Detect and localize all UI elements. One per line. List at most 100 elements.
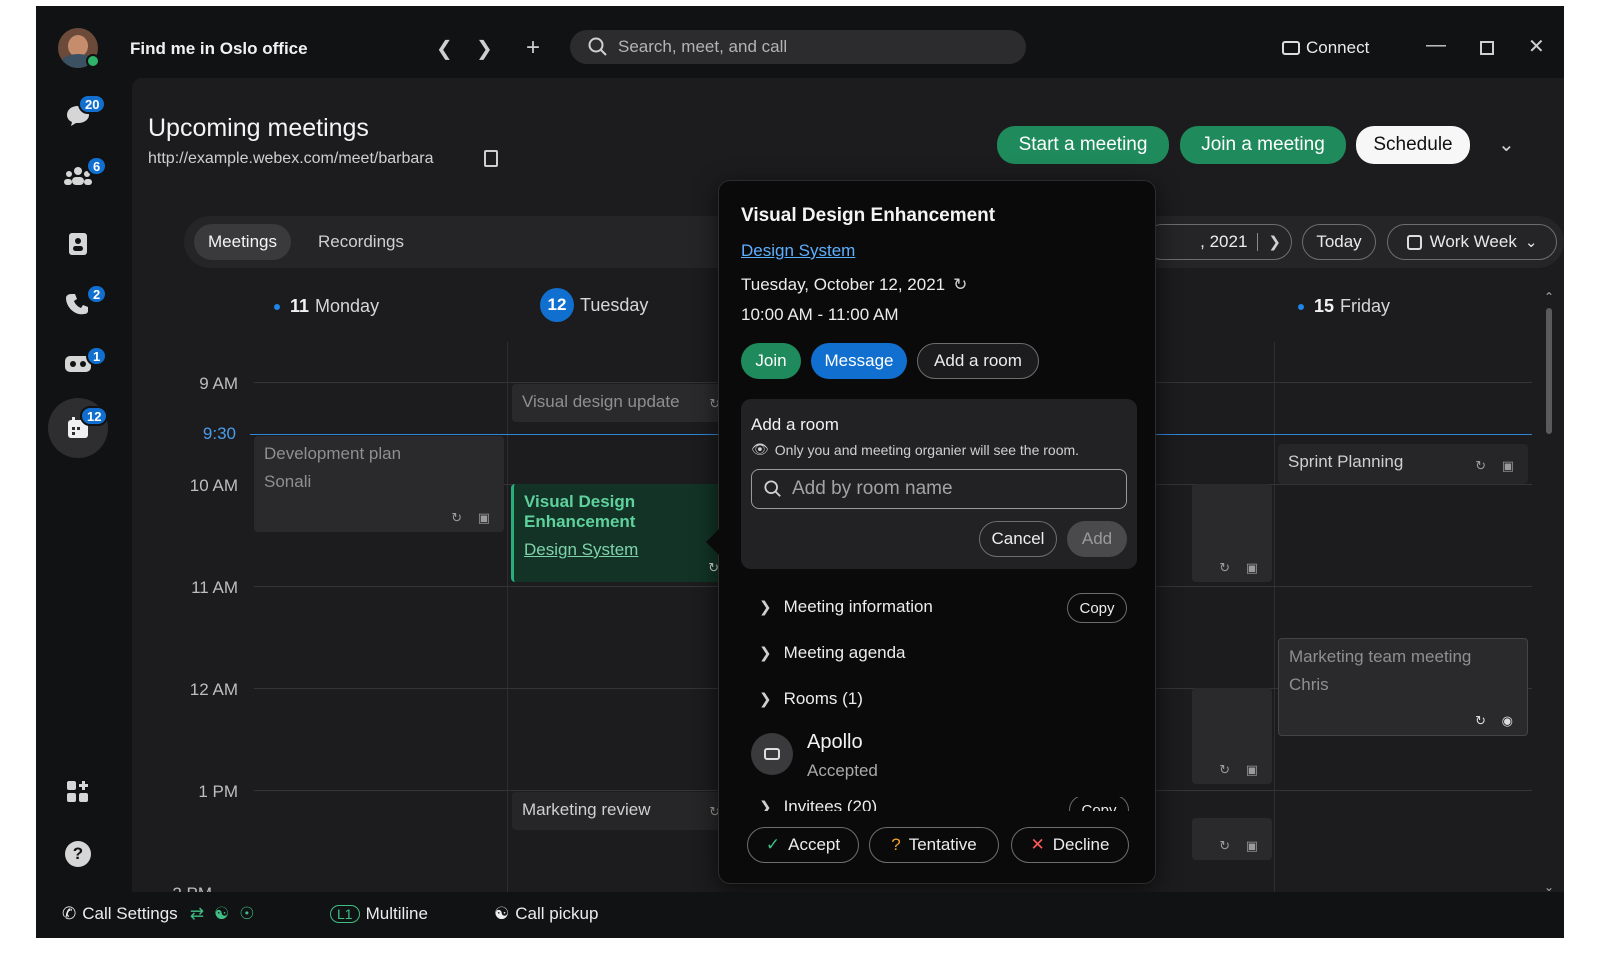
event-hidden-thursday-3[interactable]: ↻ ▣ xyxy=(1192,818,1272,860)
call-pickup-icon: ☯ xyxy=(494,904,510,923)
day-header-tuesday: 12 Tuesday xyxy=(540,288,648,322)
status-title[interactable]: Find me in Oslo office xyxy=(130,39,308,59)
popup-title: Visual Design Enhancement xyxy=(741,205,996,226)
add-button[interactable]: Add xyxy=(1067,521,1127,557)
apps-icon[interactable] xyxy=(58,772,98,812)
copy-info-button[interactable]: Copy xyxy=(1067,593,1127,623)
day-name: Tuesday xyxy=(580,294,649,315)
tab-meetings[interactable]: Meetings xyxy=(194,224,291,260)
date-range-label: , 2021 xyxy=(1200,232,1248,251)
schedule-button[interactable]: Schedule xyxy=(1356,126,1470,164)
start-meeting-button[interactable]: Start a meeting xyxy=(997,126,1169,164)
connect-icon xyxy=(1282,41,1300,55)
search-bar[interactable]: Search, meet, and call xyxy=(570,30,1026,64)
maximize-icon[interactable] xyxy=(1480,41,1494,55)
multiline-label: Multiline xyxy=(365,904,428,923)
scroll-thumb[interactable] xyxy=(1546,308,1552,434)
popover-pointer xyxy=(706,528,720,556)
decline-label: Decline xyxy=(1052,835,1110,854)
event-development-plan[interactable]: Development plan Sonali ↻ ▣ xyxy=(254,436,504,532)
event-hidden-thursday[interactable]: ↻ ▣ xyxy=(1192,484,1272,582)
connect-button[interactable]: Connect xyxy=(1282,38,1369,58)
multiline[interactable]: L1 Multiline xyxy=(330,904,428,924)
call-pickup-status-icon[interactable]: ☯ xyxy=(214,904,229,924)
accept-button[interactable]: ✓ Accept xyxy=(747,827,859,863)
time-label-11am: 11 AM xyxy=(191,578,238,597)
accept-label: Accept xyxy=(788,835,841,854)
room-device-icon xyxy=(764,748,780,760)
schedule-dropdown-icon[interactable]: ⌄ xyxy=(1498,132,1515,157)
back-icon[interactable]: ❮ xyxy=(436,36,453,61)
meeting-details-popover: Visual Design Enhancement Design System … xyxy=(718,180,1156,884)
connect-label: Connect xyxy=(1306,38,1370,57)
recurring-icon: ↻ ▣ xyxy=(451,510,496,525)
calling-badge: 2 xyxy=(86,284,108,304)
day-header-friday: 15 Friday xyxy=(1298,296,1390,317)
rooms-row[interactable]: ❯ Rooms (1) xyxy=(759,689,863,709)
new-icon[interactable]: + xyxy=(526,34,540,62)
room-name: Apollo xyxy=(807,731,863,753)
event-owner: Sonali xyxy=(264,472,312,491)
tab-recordings[interactable]: Recordings xyxy=(304,224,418,260)
popup-date: Tuesday, October 12, 2021 xyxy=(741,275,946,294)
meeting-information-label: Meeting information xyxy=(783,597,933,616)
popup-date-row: Tuesday, October 12, 2021 ↻ xyxy=(741,275,967,295)
cancel-button[interactable]: Cancel xyxy=(979,521,1057,557)
forward-icon[interactable]: ❯ xyxy=(476,36,493,61)
recurring-icon: ↻ ▣ xyxy=(1219,838,1264,853)
event-owner: Chris xyxy=(1289,675,1329,694)
popup-time: 10:00 AM - 11:00 AM xyxy=(741,305,899,324)
remote-call-icon[interactable]: ☉ xyxy=(239,904,254,924)
view-selector[interactable]: Work Week ⌄ xyxy=(1387,224,1557,260)
tentative-label: Tentative xyxy=(908,835,977,854)
date-divider xyxy=(1257,233,1259,251)
meeting-agenda-row[interactable]: ❯ Meeting agenda xyxy=(759,643,906,663)
copy-url-icon[interactable] xyxy=(484,150,498,167)
scrollbar[interactable]: ⌃ ⌄ xyxy=(1542,290,1556,894)
add-room-button[interactable]: Add a room xyxy=(917,343,1039,379)
event-dot xyxy=(1298,303,1304,310)
status-footer: ✆ Call Settings ⇄ ☯ ☉ L1 Multiline ☯ Cal… xyxy=(36,892,1564,938)
tentative-button[interactable]: ? Tentative xyxy=(869,827,999,863)
chevron-right-icon: ❯ xyxy=(759,599,772,616)
add-room-note: 👁 Only you and meeting organier will see… xyxy=(751,441,1079,458)
invitees-row[interactable]: ❯ Invitees (20) xyxy=(759,797,877,811)
call-settings[interactable]: ✆ Call Settings ⇄ ☯ ☉ xyxy=(62,904,254,924)
call-pickup[interactable]: ☯ Call pickup xyxy=(494,904,598,924)
help-icon[interactable]: ? xyxy=(58,834,98,874)
message-button[interactable]: Message xyxy=(811,343,907,379)
webex-window: Find me in Oslo office ❮ ❯ + Search, mee… xyxy=(36,6,1564,938)
chevron-down-icon: ⌄ xyxy=(1524,234,1538,251)
time-label-10am: 10 AM xyxy=(189,476,238,495)
event-hidden-thursday-2[interactable]: ↻ ▣ xyxy=(1192,688,1272,784)
popup-space-link[interactable]: Design System xyxy=(741,241,855,261)
date-range-control[interactable]: , 2021 ❯ xyxy=(1144,224,1292,260)
call-forward-icon[interactable]: ⇄ xyxy=(190,904,204,924)
search-placeholder: Search, meet, and call xyxy=(618,37,788,56)
grid-col-line xyxy=(1274,342,1275,896)
event-sprint-planning[interactable]: Sprint Planning ↻ ▣ xyxy=(1278,444,1528,484)
event-marketing-team-meeting[interactable]: Marketing team meeting Chris ↻ ◉ xyxy=(1278,638,1528,736)
chevron-right-icon: ❯ xyxy=(759,645,772,662)
contacts-icon[interactable] xyxy=(58,224,98,264)
scroll-up-icon[interactable]: ⌃ xyxy=(1542,290,1556,304)
week-view-icon xyxy=(1406,234,1422,250)
next-week-icon[interactable]: ❯ xyxy=(1268,233,1281,251)
today-button[interactable]: Today xyxy=(1302,224,1376,260)
decline-button[interactable]: ✕ Decline xyxy=(1011,827,1129,863)
meeting-url[interactable]: http://example.webex.com/meet/barbara xyxy=(148,150,433,168)
minimize-icon[interactable]: — xyxy=(1426,34,1446,57)
presence-dot xyxy=(86,54,100,68)
event-title: Marketing review xyxy=(522,800,651,819)
join-meeting-button[interactable]: Join a meeting xyxy=(1180,126,1346,164)
day-number: 15 xyxy=(1314,296,1335,316)
search-icon xyxy=(588,37,607,56)
room-search-input[interactable]: Add by room name xyxy=(751,469,1127,509)
copy-invitees-button[interactable]: Copy xyxy=(1069,797,1129,811)
meeting-information-row[interactable]: ❯ Meeting information xyxy=(759,597,933,617)
join-button[interactable]: Join xyxy=(741,343,801,379)
meetings-badge: 12 xyxy=(80,406,109,426)
close-icon[interactable]: ✕ xyxy=(1528,34,1545,59)
search-icon xyxy=(764,480,781,497)
chevron-right-icon: ❯ xyxy=(759,799,772,811)
